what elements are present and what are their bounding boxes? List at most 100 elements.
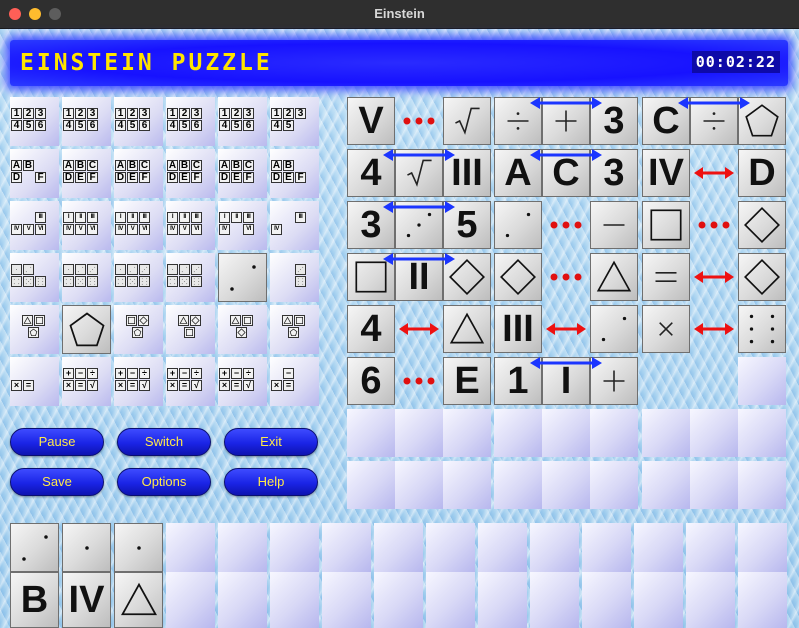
candidate-math[interactable]: + <box>63 368 74 379</box>
candidate-dice[interactable] <box>115 264 126 275</box>
exit-button[interactable]: Exit <box>224 428 318 456</box>
candidate-cell-numbers[interactable]: 123 456 <box>218 97 267 146</box>
candidate-cell-shapes[interactable] <box>270 305 319 354</box>
candidate-math[interactable]: − <box>179 368 190 379</box>
candidate-roman[interactable]: V <box>23 224 34 235</box>
candidate-letters[interactable]: A <box>271 160 282 171</box>
candidate-math[interactable]: ÷ <box>191 368 202 379</box>
clue-near[interactable] <box>494 201 638 249</box>
vertical-clue-tile[interactable] <box>114 523 163 572</box>
candidate-dice[interactable] <box>167 276 178 287</box>
candidate-dice[interactable] <box>23 276 34 287</box>
candidate-cell-roman[interactable]: I II III IV V VI <box>62 201 111 250</box>
candidate-shape[interactable] <box>138 315 149 326</box>
candidate-roman[interactable]: VI <box>243 224 254 235</box>
candidate-roman[interactable]: IV <box>167 224 178 235</box>
candidate-math[interactable]: = <box>283 380 294 391</box>
save-button[interactable]: Save <box>10 468 104 496</box>
candidate-letters[interactable]: E <box>179 172 190 183</box>
candidate-cell-roman[interactable]: III IV V VI <box>10 201 59 250</box>
candidate-letters[interactable]: F <box>191 172 202 183</box>
candidate-dice[interactable] <box>139 264 150 275</box>
candidate-letters[interactable]: B <box>179 160 190 171</box>
vertical-clue-tile[interactable] <box>10 523 59 572</box>
clue-near[interactable] <box>494 253 638 301</box>
pause-button[interactable]: Pause <box>10 428 104 456</box>
candidate-letters[interactable]: D <box>115 172 126 183</box>
candidate-numbers[interactable]: 5 <box>179 120 190 131</box>
candidate-numbers[interactable]: 4 <box>11 120 22 131</box>
candidate-numbers[interactable]: 1 <box>115 108 126 119</box>
candidate-letters[interactable]: A <box>167 160 178 171</box>
candidate-letters[interactable]: B <box>231 160 242 171</box>
candidate-numbers[interactable]: 5 <box>231 120 242 131</box>
candidate-cell-letters[interactable]: ABC DEF <box>166 149 215 198</box>
candidate-cell-shapes[interactable] <box>218 305 267 354</box>
vertical-clue-tile[interactable]: B <box>10 572 59 628</box>
candidate-cell-letters[interactable]: ABDEF <box>270 149 319 198</box>
candidate-roman[interactable]: II <box>75 212 86 223</box>
candidate-roman[interactable]: VI <box>35 224 46 235</box>
candidate-dice[interactable] <box>115 276 126 287</box>
candidate-math[interactable]: = <box>75 380 86 391</box>
candidate-letters[interactable]: C <box>87 160 98 171</box>
candidate-cell-roman[interactable]: I II III IV V VI <box>114 201 163 250</box>
candidate-roman[interactable]: IV <box>115 224 126 235</box>
candidate-numbers[interactable]: 6 <box>87 120 98 131</box>
candidate-cell-letters[interactable]: ABC DEF <box>114 149 163 198</box>
candidate-cell-dice[interactable] <box>62 253 111 302</box>
clue-between[interactable]: 4 III <box>347 149 491 197</box>
candidate-cell-math[interactable]: − × = <box>270 357 319 406</box>
candidate-roman[interactable]: I <box>63 212 74 223</box>
candidate-numbers[interactable]: 3 <box>191 108 202 119</box>
candidate-numbers[interactable]: 2 <box>231 108 242 119</box>
candidate-math[interactable]: √ <box>87 380 98 391</box>
candidate-numbers[interactable]: 4 <box>167 120 178 131</box>
candidate-cell-math[interactable]: × = <box>10 357 59 406</box>
candidate-numbers[interactable]: 4 <box>63 120 74 131</box>
clue-near[interactable] <box>642 201 786 249</box>
candidate-shape[interactable] <box>184 327 195 338</box>
candidate-numbers[interactable]: 2 <box>23 108 34 119</box>
candidate-roman[interactable]: IV <box>63 224 74 235</box>
candidate-shape[interactable] <box>242 315 253 326</box>
candidate-math[interactable]: − <box>127 368 138 379</box>
candidate-roman[interactable]: I <box>219 212 230 223</box>
candidate-cell-letters[interactable]: ABC DEF <box>218 149 267 198</box>
candidate-cell-math[interactable]: + − ÷ × = √ <box>114 357 163 406</box>
candidate-roman[interactable]: III <box>35 212 46 223</box>
candidate-letters[interactable]: A <box>11 160 22 171</box>
candidate-letters[interactable]: B <box>75 160 86 171</box>
candidate-dice[interactable] <box>191 276 202 287</box>
candidate-shape[interactable] <box>34 315 45 326</box>
solved-tile-dice[interactable] <box>218 253 267 302</box>
candidate-roman[interactable]: I <box>115 212 126 223</box>
candidate-letters[interactable]: C <box>139 160 150 171</box>
candidate-math[interactable]: × <box>11 380 22 391</box>
candidate-shape[interactable] <box>294 315 305 326</box>
candidate-roman[interactable]: II <box>231 212 242 223</box>
candidate-letters[interactable]: B <box>283 160 294 171</box>
candidate-numbers[interactable]: 2 <box>75 108 86 119</box>
candidate-roman[interactable]: II <box>127 212 138 223</box>
candidate-cell-shapes[interactable] <box>114 305 163 354</box>
candidate-math[interactable]: − <box>283 368 294 379</box>
candidate-cell-dice[interactable] <box>114 253 163 302</box>
options-button[interactable]: Options <box>117 468 211 496</box>
candidate-math[interactable]: = <box>23 380 34 391</box>
candidate-numbers[interactable]: 4 <box>219 120 230 131</box>
candidate-cell-math[interactable]: + − ÷ × = √ <box>218 357 267 406</box>
candidate-shape[interactable] <box>28 327 39 338</box>
candidate-shape[interactable] <box>190 315 201 326</box>
candidate-letters[interactable]: E <box>75 172 86 183</box>
clue-between[interactable]: C <box>642 97 786 145</box>
candidate-dice[interactable] <box>179 264 190 275</box>
candidate-cell-numbers[interactable]: 123 456 <box>166 97 215 146</box>
candidate-numbers[interactable]: 1 <box>219 108 230 119</box>
vertical-clue-tile[interactable]: IV <box>62 572 111 628</box>
candidate-math[interactable]: √ <box>243 380 254 391</box>
candidate-dice[interactable] <box>295 264 306 275</box>
candidate-shape[interactable] <box>282 315 293 326</box>
clue-near[interactable]: V <box>347 97 491 145</box>
candidate-roman[interactable]: V <box>75 224 86 235</box>
